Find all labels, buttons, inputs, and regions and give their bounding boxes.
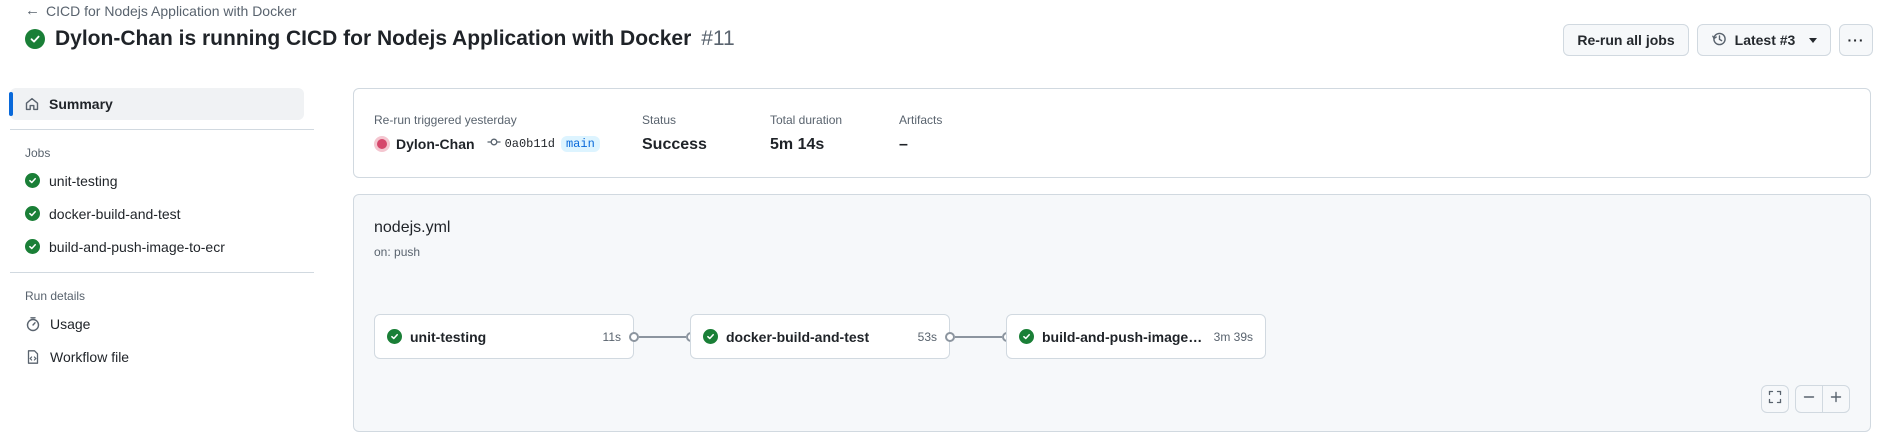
artifacts-label: Artifacts [899,113,943,127]
divider [10,129,314,130]
sidebar-item-job[interactable]: unit-testing [10,164,314,197]
sidebar-item-label: unit-testing [49,172,118,189]
check-circle-icon [1019,329,1034,344]
sidebar-item-summary[interactable]: Summary [9,88,304,120]
job-duration: 53s [917,329,937,344]
job-card-unit-testing[interactable]: unit-testing 11s [374,314,634,359]
sidebar-item-job[interactable]: build-and-push-image-to-ecr [10,230,314,263]
artifacts-value: – [899,136,908,153]
run-number: #11 [701,27,735,50]
attempt-select-button[interactable]: Latest #3 [1697,24,1831,56]
sidebar-item-label: Workflow file [50,348,130,365]
rerun-all-jobs-button[interactable]: Re-run all jobs [1563,24,1689,56]
workflow-trigger: on: push [374,245,421,259]
stopwatch-icon [25,316,41,332]
trigger-label: Re-run triggered yesterday [374,113,517,127]
more-actions-button[interactable]: ··· [1839,24,1873,56]
jobs-heading: Jobs [25,146,51,160]
duration-value: 5m 14s [770,136,825,153]
trigger-column: Re-run triggered yesterday Dylon-Chan 0a… [374,113,600,152]
duration-label: Total duration [770,113,843,127]
job-card-build-and-push-image-to-ecr[interactable]: build-and-push-image-to-ecr 3m 39s [1006,314,1266,359]
job-name: unit-testing [410,328,487,345]
avatar[interactable] [374,136,390,152]
check-circle-icon [25,206,40,221]
commit-link[interactable]: 0a0b11d [487,137,555,151]
fit-to-screen-button[interactable] [1761,385,1789,413]
dash-icon [1803,390,1815,408]
sidebar-item-job[interactable]: docker-build-and-test [10,197,314,230]
check-circle-icon [25,239,40,254]
git-commit-icon [487,137,501,151]
breadcrumb-workflow-link[interactable]: CICD for Nodejs Application with Docker [46,3,297,19]
commit-sha: 0a0b11d [504,137,555,151]
rerun-all-jobs-label: Re-run all jobs [1577,32,1675,48]
check-circle-icon [25,173,40,188]
run-details-heading: Run details [25,289,86,303]
actor-link[interactable]: Dylon-Chan [396,136,475,152]
job-duration: 3m 39s [1213,329,1253,344]
artifacts-column: Artifacts – [899,113,942,154]
connector-line [955,336,1002,338]
connector-dot [629,332,639,342]
plus-icon [1830,390,1842,408]
attempt-select-label: Latest #3 [1734,32,1796,48]
home-icon [24,96,40,112]
page-title-row: Dylon-Chan is running CICD for Nodejs Ap… [25,27,735,51]
trigger-value: Dylon-Chan 0a0b11d main [374,136,600,152]
job-name: docker-build-and-test [726,328,870,345]
triangle-down-icon [1809,37,1818,43]
sidebar-item-label: build-and-push-image-to-ecr [49,238,225,255]
job-name: build-and-push-image-to-ecr [1042,328,1206,345]
connector-line [639,336,686,338]
duration-column: Total duration 5m 14s [770,113,842,154]
sidebar-item-workflow-file[interactable]: Workflow file [10,340,314,373]
sidebar-item-label: Usage [50,315,91,332]
screen-full-icon [1768,390,1782,409]
workflow-file-name: nodejs.yml [374,219,451,236]
zoom-in-button[interactable] [1822,385,1850,413]
sidebar: Summary Jobs unit-testing docker-build-a… [9,88,314,373]
sidebar-item-usage[interactable]: Usage [10,307,314,340]
history-icon [1711,31,1727,50]
check-circle-icon [703,329,718,344]
check-circle-icon [387,329,402,344]
sidebar-item-label: Summary [49,96,113,112]
status-value: Success [642,136,707,153]
connector-dot [945,332,955,342]
status-label: Status [642,113,677,127]
job-duration: 11s [602,329,621,344]
arrow-left-icon: ← [25,2,40,19]
file-code-icon [25,349,41,365]
check-circle-icon [25,29,45,49]
status-column: Status Success [642,113,707,154]
zoom-out-button[interactable] [1795,385,1823,413]
sidebar-item-label: docker-build-and-test [49,205,181,222]
job-card-docker-build-and-test[interactable]: docker-build-and-test 53s [690,314,950,359]
breadcrumb[interactable]: ← CICD for Nodejs Application with Docke… [25,2,297,19]
divider [10,272,314,273]
page-title: Dylon-Chan is running CICD for Nodejs Ap… [55,27,692,50]
workflow-graph: nodejs.yml on: push unit-testing 11s doc… [353,194,1871,432]
branch-badge[interactable]: main [560,136,600,152]
run-summary-card: Re-run triggered yesterday Dylon-Chan 0a… [353,88,1871,178]
